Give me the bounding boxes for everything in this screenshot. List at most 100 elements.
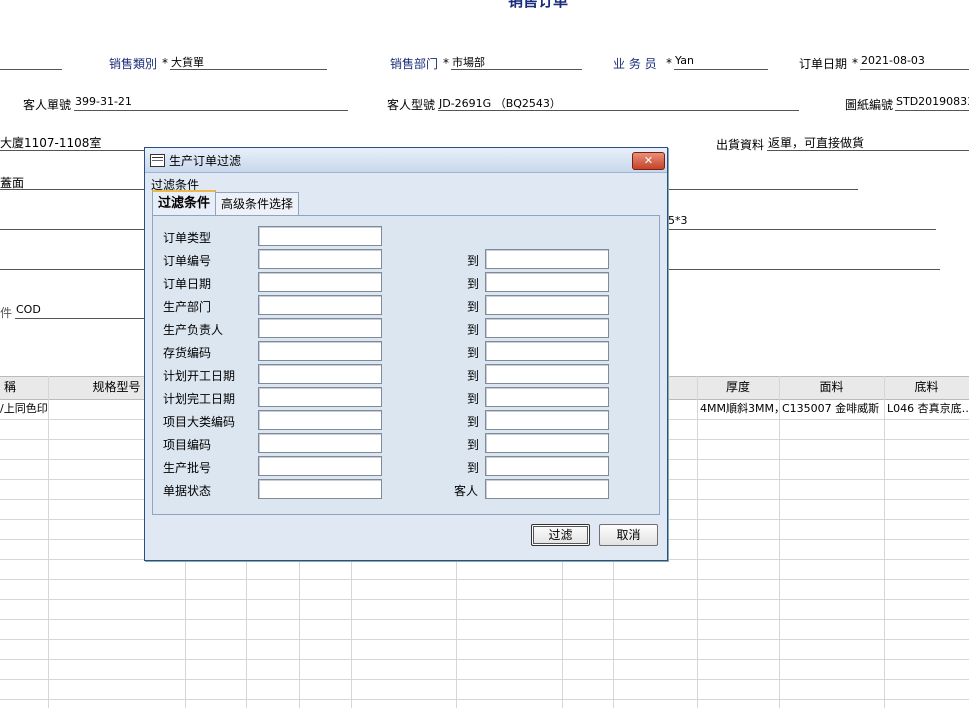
grid-cell[interactable]: L046 杏真京底… [887,399,969,419]
underline [666,269,940,270]
underline [666,189,858,190]
prod-owner-to-input[interactable] [485,318,609,338]
customer-model-field[interactable]: JD-2691G （BQ2543） [439,95,561,111]
prod-dept-to-label: 到 [467,300,480,314]
doc-status-input[interactable] [258,479,382,499]
order-no-label: 订单编号 [163,254,212,268]
grid-header-name[interactable]: 稱 [0,376,20,398]
underline [666,229,936,230]
order-no-from-input[interactable] [258,249,382,269]
customer-model-label: 客人型號 [387,98,436,112]
underline [860,69,969,70]
close-button[interactable]: ✕ [632,152,665,170]
sales-dept-label: 销售部门 [390,57,439,71]
grid-row-divider [0,619,969,620]
grid-row-divider [0,679,969,680]
prod-dept-label: 生产部门 [163,300,212,314]
batch-no-to-input[interactable] [485,456,609,476]
grid-row-divider [0,659,969,660]
underline [170,69,327,70]
address-field[interactable]: 大廈1107-1108室 [0,134,101,151]
underline [0,269,144,270]
underline [74,110,348,111]
project-category-from-input[interactable] [258,410,382,430]
window-icon [150,154,165,167]
grid-cell[interactable]: /上同色印 [0,399,47,419]
order-date-field[interactable]: 2021-08-03 [861,54,925,67]
plan-finish-from-input[interactable] [258,387,382,407]
sales-dept-field[interactable]: 市場部 [452,54,485,70]
grid-header-thickness[interactable]: 厚度 [697,376,779,398]
doc-status-label: 单据状态 [163,484,212,498]
grid-cell[interactable]: 4MM順斜3MM，≥ [700,399,778,419]
customer-order-label: 客人單號 [23,98,72,112]
order-date-from-input[interactable] [258,272,382,292]
underline [438,110,799,111]
underline [0,69,62,70]
underline [895,110,969,111]
customer-label: 客人 [454,484,479,498]
dialog-titlebar[interactable]: 生产订单过滤 ✕ [145,148,667,173]
project-code-from-input[interactable] [258,433,382,453]
dialog-title: 生产订单过滤 [169,154,242,168]
salesman-field[interactable]: Yan [675,54,694,67]
payment-field[interactable]: COD [16,303,41,316]
filter-button[interactable]: 过滤 [531,524,590,546]
drawing-no-field[interactable]: STD201908332 [896,95,969,108]
plan-finish-label: 计划完工日期 [163,392,236,406]
shipping-label: 出貨資料 [716,138,765,152]
order-date-to-label: 到 [467,277,480,291]
prod-dept-to-input[interactable] [485,295,609,315]
grid-row-divider [0,699,969,700]
order-date-label: 订单日期 [163,277,212,291]
project-category-label: 项目大类编码 [163,415,236,429]
inventory-code-to-input[interactable] [485,341,609,361]
sales-type-field[interactable]: 大貨單 [171,54,204,70]
grid-cell[interactable]: C135007 金啡威斯 [782,399,883,419]
plan-start-from-input[interactable] [258,364,382,384]
order-no-to-input[interactable] [485,249,609,269]
order-no-to-label: 到 [467,254,480,268]
underline [674,69,768,70]
project-code-label: 项目编码 [163,438,212,452]
project-code-to-input[interactable] [485,433,609,453]
batch-no-label: 生产批号 [163,461,212,475]
required-mark: * [443,56,449,70]
cancel-button[interactable]: 取消 [599,524,658,546]
grid-header-fabric[interactable]: 面料 [779,376,884,398]
project-code-to-label: 到 [467,438,480,452]
underline [15,318,144,319]
underline [0,189,144,190]
shipping-field[interactable]: 返單，可直接做貨 [768,134,864,151]
prod-owner-to-label: 到 [467,323,480,337]
tab-filter-conditions[interactable]: 过滤条件 [152,190,217,217]
customer-input[interactable] [485,479,609,499]
underline [451,69,582,70]
required-mark: * [162,56,168,70]
project-category-to-label: 到 [467,415,480,429]
order-date-to-input[interactable] [485,272,609,292]
page-title: 销售订单 [508,0,569,10]
required-mark: * [852,56,858,70]
plan-start-label: 计划开工日期 [163,369,236,383]
payment-label: 件 [0,306,13,320]
partial-field[interactable]: 5*3 [668,214,688,227]
batch-no-to-label: 到 [467,461,480,475]
tab-advanced-conditions[interactable]: 高级条件选择 [215,192,300,215]
grid-header-bottom[interactable]: 底料 [884,376,969,398]
production-order-filter-dialog[interactable]: 生产订单过滤 ✕ 过滤条件 高级条件选择 过滤条件 订单类型 订单编号 到 订单… [144,147,668,561]
customer-order-field[interactable]: 399-31-21 [75,95,132,108]
plan-start-to-input[interactable] [485,364,609,384]
order-type-input[interactable] [258,226,382,246]
order-type-label: 订单类型 [163,231,212,245]
batch-no-from-input[interactable] [258,456,382,476]
plan-finish-to-input[interactable] [485,387,609,407]
plan-start-to-label: 到 [467,369,480,383]
inventory-code-to-label: 到 [467,346,480,360]
project-category-to-input[interactable] [485,410,609,430]
underline [767,150,969,151]
prod-dept-from-input[interactable] [258,295,382,315]
inventory-code-from-input[interactable] [258,341,382,361]
order-date-label: 订单日期 [799,57,848,71]
prod-owner-from-input[interactable] [258,318,382,338]
